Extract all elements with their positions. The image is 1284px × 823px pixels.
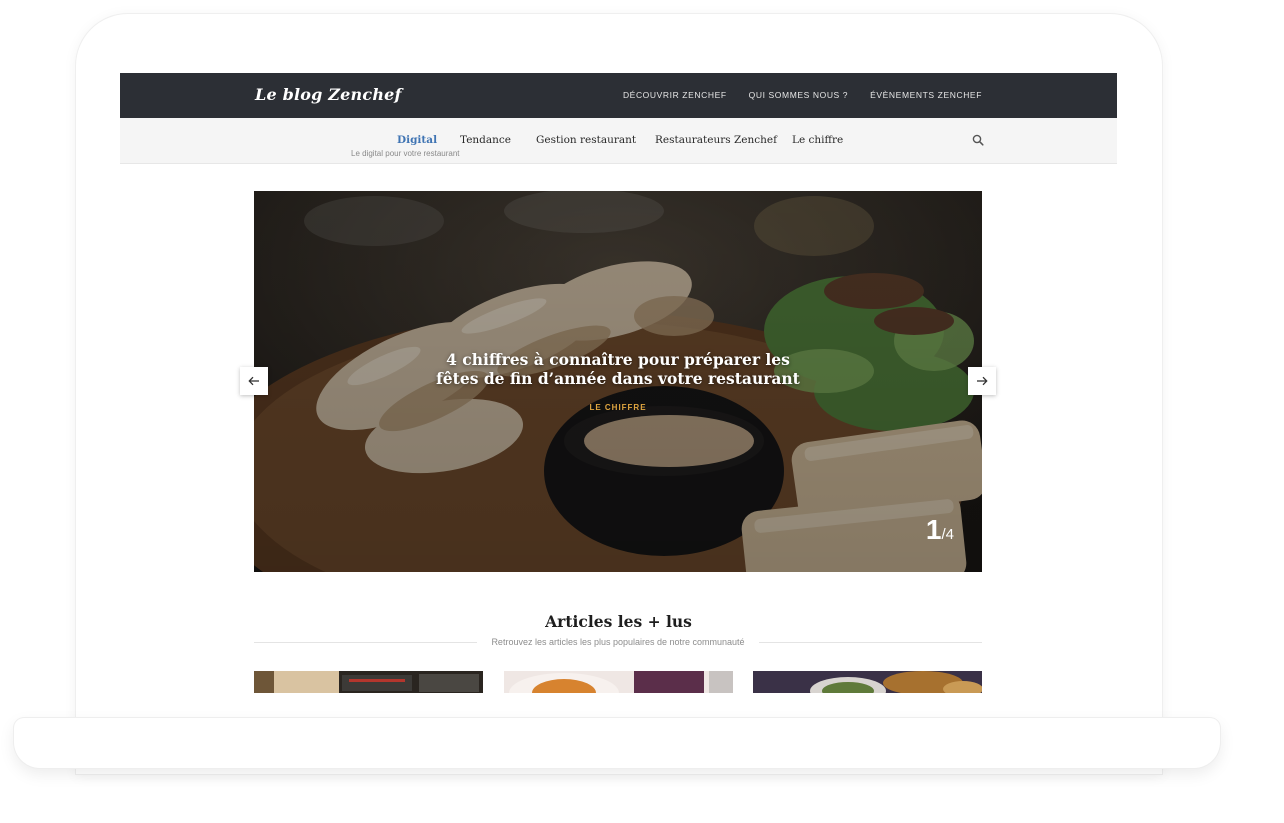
top-nav-links: DÉCOUVRIR ZENCHEF QUI SOMMES NOUS ? ÉVÈN… — [623, 90, 982, 100]
category-restaurateurs-zenchef[interactable]: Restaurateurs Zenchef — [655, 134, 777, 146]
popular-articles-title: Articles les + lus — [545, 612, 692, 631]
divider-left — [254, 641, 478, 643]
article-thumbnail-1-image — [254, 671, 483, 693]
category-digital[interactable]: Digital — [397, 134, 437, 146]
divider-right — [758, 641, 983, 643]
slide-category[interactable]: LE CHIFFRE — [254, 403, 982, 412]
article-thumbnail-2-image — [504, 671, 733, 693]
slide-counter-total: /4 — [941, 526, 954, 543]
category-gestion-restaurant[interactable]: Gestion restaurant — [536, 134, 636, 146]
nav-link-evenements[interactable]: ÉVÈNEMENTS ZENCHEF — [870, 90, 982, 100]
search-icon[interactable] — [972, 134, 984, 146]
nav-link-decouvrir[interactable]: DÉCOUVRIR ZENCHEF — [623, 90, 727, 100]
slide-counter: 1/4 — [926, 514, 954, 546]
featured-slider[interactable]: 4 chiffres à connaître pour préparer les… — [254, 191, 982, 572]
top-navigation-bar: Le blog Zenchef DÉCOUVRIR ZENCHEF QUI SO… — [120, 73, 1117, 118]
category-le-chiffre[interactable]: Le chiffre — [792, 134, 843, 146]
popular-articles-subtitle-row: Retrouvez les articles les plus populair… — [254, 637, 983, 647]
browser-screen: Le blog Zenchef DÉCOUVRIR ZENCHEF QUI SO… — [120, 73, 1117, 693]
article-thumbnail-2[interactable] — [504, 671, 733, 693]
category-bar: Digital Tendance Gestion restaurant Rest… — [120, 118, 1117, 164]
slide-counter-current: 1 — [925, 514, 942, 545]
category-subtitle: Le digital pour votre restaurant — [351, 149, 460, 158]
arrow-right-icon — [977, 376, 988, 386]
article-thumbnail-1[interactable] — [254, 671, 483, 693]
popular-articles-subtitle: Retrouvez les articles les plus populair… — [491, 637, 745, 647]
arrow-left-icon — [248, 376, 259, 386]
slide-title[interactable]: 4 chiffres à connaître pour préparer les… — [254, 350, 982, 388]
laptop-base — [14, 718, 1220, 768]
article-thumbnail-3-image — [753, 671, 982, 693]
blog-logo[interactable]: Le blog Zenchef — [255, 85, 402, 104]
category-tendance[interactable]: Tendance — [460, 134, 511, 146]
slider-prev-button[interactable] — [240, 367, 268, 395]
article-thumbnail-3[interactable] — [753, 671, 982, 693]
nav-link-qui-sommes-nous[interactable]: QUI SOMMES NOUS ? — [749, 90, 848, 100]
slider-next-button[interactable] — [968, 367, 996, 395]
